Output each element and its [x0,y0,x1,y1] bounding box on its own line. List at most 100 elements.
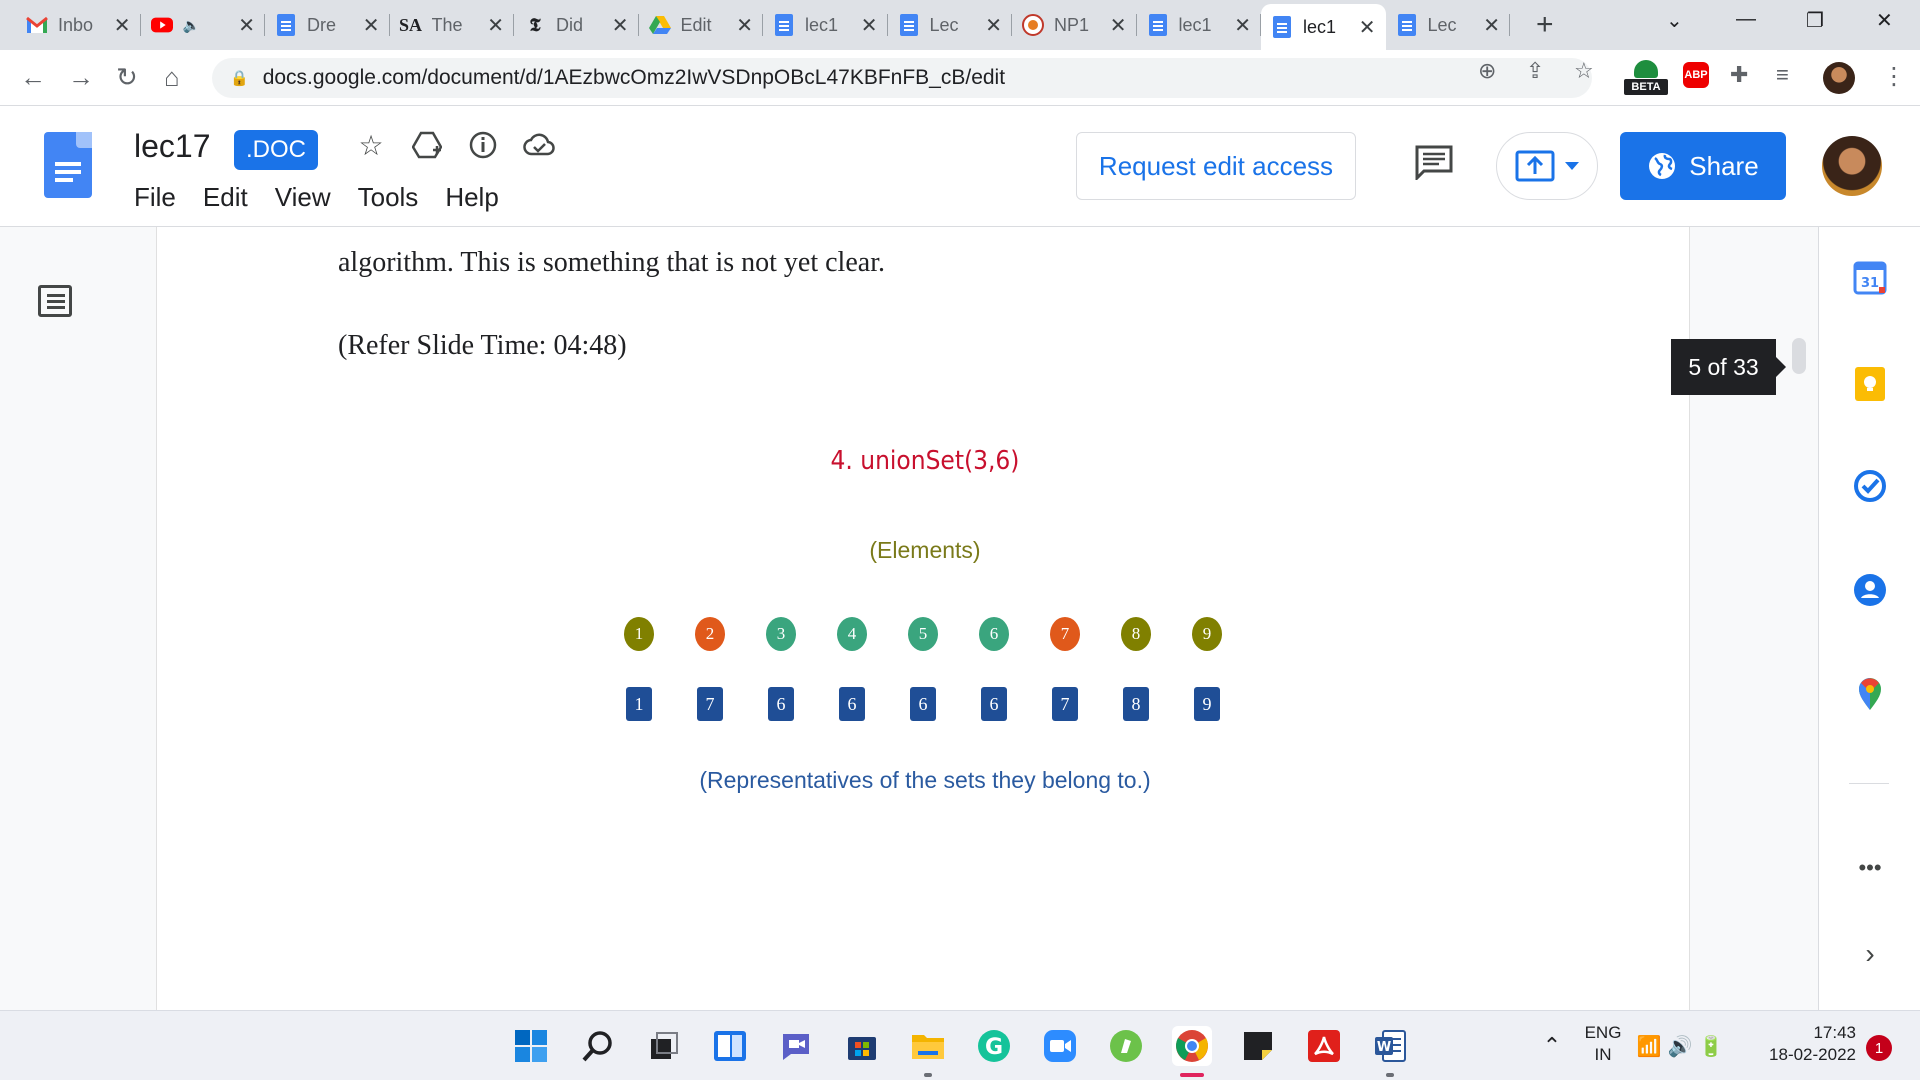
restore-icon[interactable]: ❐ [1806,8,1824,33]
representative-box-1: 1 [626,687,652,721]
tab-audio-icon[interactable]: 🔈 [183,17,200,34]
adblock-icon[interactable]: ABP [1683,62,1709,88]
tab-title: The [431,14,463,35]
sticky-notes-icon[interactable] [1238,1026,1278,1066]
browser-menu-icon[interactable]: ⋮ [1882,62,1906,91]
close-tab-icon[interactable]: ✕ [861,13,878,38]
teams-chat-icon[interactable] [776,1026,816,1066]
close-tab-icon[interactable]: ✕ [487,13,504,38]
present-button[interactable] [1496,132,1598,200]
docs-logo-icon[interactable] [44,132,92,198]
browser-tab-8[interactable]: NP1 ✕ [1012,8,1137,42]
close-tab-icon[interactable]: ✕ [736,13,753,38]
close-tab-icon[interactable]: ✕ [114,13,131,38]
media-control-icon[interactable]: ≡ [1776,62,1789,88]
zoom-app-icon[interactable] [1040,1026,1080,1066]
tasks-icon[interactable] [1853,469,1887,503]
zoom-icon[interactable]: ⊕ [1478,58,1496,84]
browser-tab-2[interactable]: Dre ✕ [265,8,390,42]
cloud-saved-icon[interactable] [522,128,556,162]
share-button[interactable]: Share [1620,132,1786,200]
windows-start-icon[interactable] [511,1026,551,1066]
drive-icon [648,14,671,36]
add-to-drive-icon[interactable] [410,128,444,162]
star-icon[interactable]: ☆ [354,128,388,162]
page-number-tooltip: 5 of 33 [1671,339,1786,395]
address-bar[interactable]: 🔒 docs.google.com/document/d/1AEzbwcOmz2… [212,58,1592,98]
close-tab-icon[interactable]: ✕ [612,13,629,38]
chrome-icon[interactable] [1172,1026,1212,1066]
vertical-scrollbar[interactable] [1792,338,1806,374]
acrobat-icon[interactable] [1304,1026,1344,1066]
menu-tools[interactable]: Tools [358,182,419,213]
tab-title: Lec [1427,14,1457,35]
clock[interactable]: 17:43 18-02-2022 [1752,1022,1856,1066]
share-page-icon[interactable]: ⇪ [1526,58,1544,84]
input-language[interactable]: ENG IN [1578,1022,1628,1066]
bookmark-star-icon[interactable]: ☆ [1574,58,1594,84]
word-icon[interactable]: W [1370,1026,1410,1066]
close-tab-icon[interactable]: ✕ [1234,13,1251,38]
account-avatar[interactable] [1822,136,1882,196]
back-icon[interactable]: ← [20,62,46,93]
browser-tab-6[interactable]: lec1 ✕ [763,8,888,42]
browser-tab-1[interactable]: 🔈 ✕ [141,8,265,42]
representative-box-6: 6 [981,687,1007,721]
request-edit-access-button[interactable]: Request edit access [1076,132,1356,200]
tab-separator [1509,14,1510,36]
document-outline-icon[interactable] [38,285,72,317]
menu-view[interactable]: View [275,182,331,213]
file-explorer-icon[interactable] [908,1026,948,1066]
close-tab-icon[interactable]: ✕ [1110,13,1127,38]
tab-search-icon[interactable]: ⌄ [1666,8,1683,33]
comment-history-icon[interactable] [1414,144,1454,182]
browser-tab-0[interactable]: Inbo ✕ [16,8,141,42]
close-tab-icon[interactable]: ✕ [238,13,255,38]
browser-tab-11[interactable]: Lec ✕ [1386,8,1510,42]
contacts-icon[interactable] [1853,573,1887,607]
browser-tab-10[interactable]: lec1 ✕ [1261,4,1386,50]
extensions-puzzle-icon[interactable]: ✚ [1730,62,1748,88]
show-hidden-icons[interactable]: ⌃ [1532,1026,1572,1066]
menu-help[interactable]: Help [445,182,498,213]
close-tab-icon[interactable]: ✕ [1359,15,1376,40]
microsoft-store-icon[interactable] [842,1026,882,1066]
browser-tab-3[interactable]: SA The ✕ [390,8,514,42]
profile-avatar[interactable] [1823,62,1855,94]
task-view-icon[interactable] [644,1026,684,1066]
close-tab-icon[interactable]: ✕ [985,13,1002,38]
lock-icon[interactable]: 🔒 [230,69,249,87]
element-circle-3: 3 [766,617,796,651]
side-panel: 31 ••• › [1818,227,1920,1010]
more-addons-icon[interactable]: ••• [1853,851,1887,885]
grammarly-icon[interactable]: G [974,1026,1014,1066]
browser-tab-9[interactable]: lec1 ✕ [1137,8,1261,42]
browser-tab-7[interactable]: Lec ✕ [888,8,1012,42]
close-tab-icon[interactable]: ✕ [1483,13,1500,38]
browser-tab-4[interactable]: 𝕿 Did ✕ [514,8,639,42]
beta-extension-icon[interactable]: BETA [1624,60,1668,96]
new-tab-button[interactable]: + [1536,8,1554,42]
notification-badge[interactable]: 1 [1866,1035,1892,1061]
search-icon[interactable] [578,1026,618,1066]
forward-icon[interactable]: → [68,62,94,93]
maps-icon[interactable] [1853,677,1887,711]
browser-tab-5[interactable]: Edit ✕ [639,8,763,42]
notes-app-icon[interactable] [1106,1026,1146,1066]
keep-notes-icon[interactable] [1853,367,1887,401]
docs-header: lec17 .DOC ☆ File Edit View Tools Help R… [0,106,1920,227]
close-window-icon[interactable]: ✕ [1876,8,1893,33]
reload-icon[interactable]: ↻ [116,62,138,93]
menu-file[interactable]: File [134,182,176,213]
document-info-icon[interactable] [466,128,500,162]
tab-title: lec1 [805,14,839,35]
home-icon[interactable]: ⌂ [164,62,180,93]
close-tab-icon[interactable]: ✕ [363,13,380,38]
quick-settings[interactable]: 📶 🔊 🔋 [1637,1026,1724,1066]
minimize-icon[interactable]: — [1736,8,1756,31]
calendar-icon[interactable]: 31 [1853,261,1887,295]
menu-edit[interactable]: Edit [203,182,248,213]
document-title[interactable]: lec17 [134,128,211,165]
expand-side-panel-icon[interactable]: › [1853,937,1887,971]
widgets-icon[interactable] [710,1026,750,1066]
